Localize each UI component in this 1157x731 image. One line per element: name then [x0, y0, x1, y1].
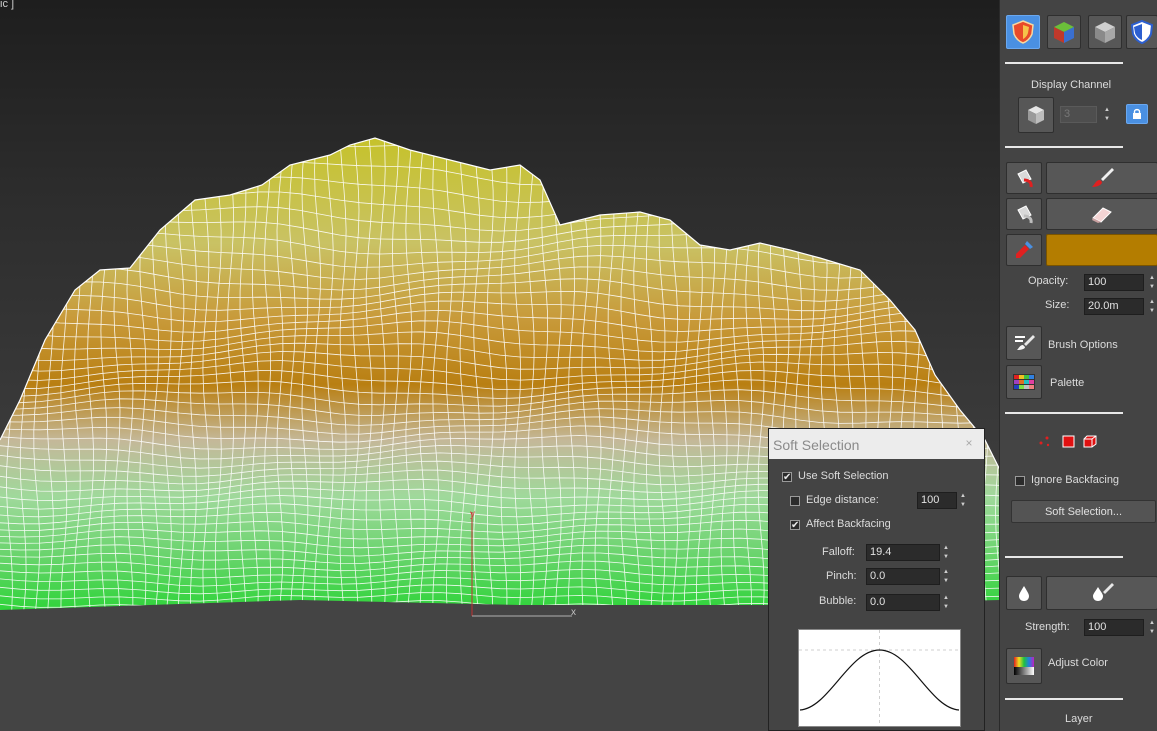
separator	[1005, 146, 1123, 148]
blur-all-button[interactable]	[1006, 576, 1042, 610]
paint-all-button[interactable]	[1006, 162, 1042, 194]
display-channel-button[interactable]	[1018, 97, 1054, 133]
falloff-spinner[interactable]: ▲ ▼	[941, 544, 951, 561]
eraser-icon	[1092, 207, 1112, 223]
tab-vertex-paint[interactable]	[1006, 15, 1040, 49]
soft-selection-button[interactable]: Soft Selection...	[1011, 500, 1156, 523]
affect-backfacing-checkbox[interactable]: ✔	[790, 520, 800, 531]
droplet-icon	[1019, 586, 1029, 601]
falloff-curve	[799, 630, 960, 726]
display-channel-label: Display Channel	[1031, 79, 1112, 91]
size-spinner[interactable]: ▲ ▼	[1147, 298, 1157, 315]
display-channel-input[interactable]: 3	[1060, 106, 1097, 123]
size-label: Size:	[1045, 299, 1070, 311]
ignore-backfacing-label[interactable]: Ignore Backfacing	[1031, 474, 1119, 486]
strength-input[interactable]: 100	[1084, 619, 1144, 636]
soft-selection-titlebar[interactable]: Soft Selection ×	[769, 429, 984, 459]
erase-bucket-icon	[1017, 205, 1033, 224]
erase-button[interactable]	[1046, 198, 1157, 230]
adjust-color-icon	[1014, 657, 1034, 675]
bubble-input[interactable]: 0.0	[866, 594, 940, 611]
separator	[1005, 412, 1123, 414]
gray-cube-icon	[1095, 22, 1115, 43]
erase-all-button[interactable]	[1006, 198, 1042, 230]
pick-color-button[interactable]	[1006, 234, 1042, 266]
vertex-paint-shield-icon	[1012, 20, 1034, 44]
strength-spinner[interactable]: ▲ ▼	[1147, 619, 1157, 636]
brush-options-icon	[1015, 335, 1035, 350]
x-axis-label: x	[571, 607, 576, 618]
palette-label[interactable]: Palette	[1050, 377, 1084, 389]
pinch-label: Pinch:	[826, 570, 857, 582]
paint-bucket-icon	[1017, 169, 1033, 188]
y-axis-label: y	[470, 509, 475, 520]
vertex-select-icon[interactable]	[1036, 434, 1052, 448]
edge-distance-label: Edge distance:	[806, 494, 879, 506]
cube-icon	[1028, 106, 1044, 124]
paint-color-swatch[interactable]	[1046, 234, 1157, 266]
opacity-input[interactable]: 100	[1084, 274, 1144, 291]
falloff-curve-graph	[798, 629, 961, 727]
opacity-spinner[interactable]: ▲ ▼	[1147, 274, 1157, 291]
edge-distance-spinner[interactable]: ▲ ▼	[958, 492, 968, 509]
adjust-color-button[interactable]	[1006, 648, 1042, 684]
tab-color-cube[interactable]	[1047, 15, 1081, 49]
adjust-color-label[interactable]: Adjust Color	[1048, 657, 1108, 669]
palette-button[interactable]	[1006, 365, 1042, 399]
separator	[1005, 556, 1123, 558]
paintbrush-icon	[1092, 168, 1114, 187]
ignore-backfacing-checkbox[interactable]	[1015, 476, 1025, 486]
bubble-spinner[interactable]: ▲ ▼	[941, 594, 951, 611]
eyedropper-icon	[1016, 241, 1033, 258]
brush-options-label[interactable]: Brush Options	[1048, 339, 1118, 351]
use-soft-selection-checkbox[interactable]: ✔	[782, 472, 792, 483]
separator	[1005, 62, 1123, 64]
pinch-input[interactable]: 0.0	[866, 568, 940, 585]
paint-brush-button[interactable]	[1046, 162, 1157, 194]
brush-options-button[interactable]	[1006, 326, 1042, 360]
strength-label: Strength:	[1025, 621, 1070, 633]
use-soft-selection-label[interactable]: Use Soft Selection	[798, 470, 889, 482]
falloff-label: Falloff:	[822, 546, 855, 558]
color-cube-icon	[1054, 22, 1074, 43]
bubble-label: Bubble:	[819, 595, 857, 607]
falloff-input[interactable]: 19.4	[866, 544, 940, 561]
palette-icon	[1013, 374, 1035, 390]
tab-gray-cube[interactable]	[1088, 15, 1122, 49]
channel-lock-button[interactable]	[1126, 104, 1148, 124]
element-select-icon[interactable]	[1082, 434, 1098, 449]
opacity-label: Opacity:	[1028, 275, 1069, 287]
layer-label: Layer	[1065, 713, 1093, 725]
lock-icon	[1133, 108, 1141, 119]
command-panel: Display Channel 3 ▲ ▼ Opacity: 100 ▲ ▼ S…	[999, 0, 1157, 731]
separator	[1005, 698, 1123, 700]
affect-backfacing-label: Affect Backfacing	[806, 518, 891, 530]
blue-shield-icon	[1130, 19, 1154, 45]
size-input[interactable]: 20.0m	[1084, 298, 1144, 315]
soft-selection-dialog[interactable]: Soft Selection × ✔ Use Soft Selection Ed…	[768, 428, 985, 731]
pinch-spinner[interactable]: ▲ ▼	[941, 568, 951, 585]
soft-selection-title: Soft Selection	[773, 437, 860, 453]
face-select-icon[interactable]	[1062, 435, 1075, 448]
blur-brush-button[interactable]	[1046, 576, 1157, 610]
display-channel-spinner[interactable]: ▲ ▼	[1102, 106, 1112, 123]
blur-brush-icon	[1093, 583, 1114, 601]
tab-blue-shield[interactable]	[1126, 15, 1157, 49]
close-icon[interactable]: ×	[957, 432, 981, 454]
edge-distance-input[interactable]: 100	[917, 492, 957, 509]
edge-distance-checkbox[interactable]	[790, 496, 800, 506]
